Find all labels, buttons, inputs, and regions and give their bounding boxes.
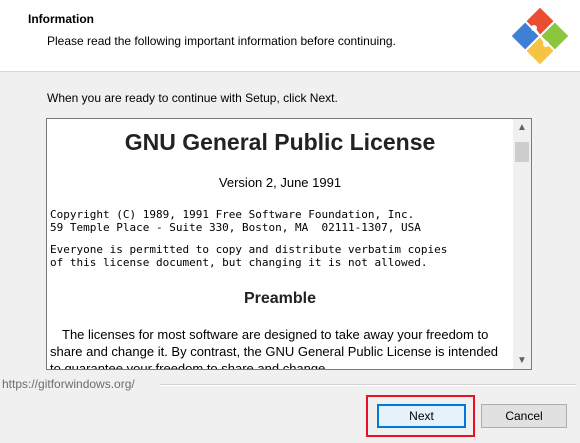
header-panel: Information Please read the following im… (0, 0, 580, 72)
license-title: GNU General Public License (124, 129, 436, 155)
copyright-line: Copyright (C) 1989, 1991 Free Software F… (50, 208, 415, 221)
chevron-up-icon[interactable]: ▲ (513, 119, 531, 136)
chevron-down-icon[interactable]: ▼ (513, 352, 531, 369)
instruction-text: When you are ready to continue with Setu… (47, 91, 338, 105)
permission-line: of this license document, but changing i… (50, 256, 428, 269)
vertical-scrollbar[interactable]: ▲ ▼ (513, 119, 531, 369)
footer-url: https://gitforwindows.org/ (2, 377, 135, 391)
license-content: GNU General Public License Version 2, Ju… (47, 119, 513, 369)
scroll-thumb[interactable] (515, 142, 529, 162)
license-version: Version 2, June 1991 (218, 175, 342, 190)
page-title: Information (28, 12, 94, 26)
footer-divider (160, 384, 576, 386)
permission-line: Everyone is permitted to copy and distri… (50, 243, 448, 256)
address-line: 59 Temple Place - Suite 330, Boston, MA … (50, 221, 421, 234)
license-textbox[interactable]: GNU General Public License Version 2, Ju… (46, 118, 532, 370)
git-logo-icon (512, 8, 568, 64)
page-subtitle: Please read the following important info… (47, 34, 396, 48)
next-button[interactable]: Next (377, 404, 466, 428)
cancel-button[interactable]: Cancel (481, 404, 567, 428)
preamble-heading: Preamble (243, 290, 317, 307)
preamble-paragraph: The licenses for most software are desig… (50, 327, 499, 369)
